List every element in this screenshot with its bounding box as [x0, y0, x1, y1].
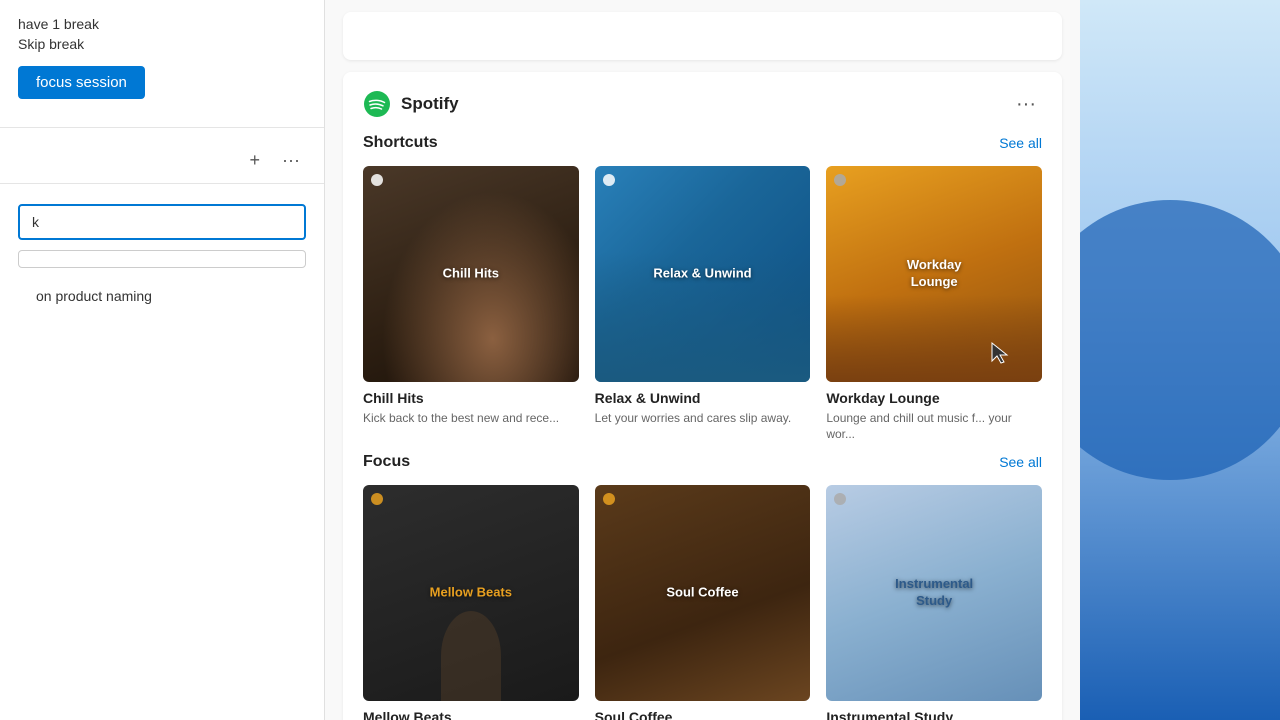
focus-see-all-button[interactable]: See all: [999, 454, 1042, 470]
add-button[interactable]: +: [244, 148, 267, 173]
playlist-desc-relax: Let your worries and cares slip away.: [595, 410, 811, 427]
thumb-label-instrumental: Instrumental Study: [837, 576, 1031, 610]
playlist-name-relax: Relax & Unwind: [595, 390, 811, 406]
shortcuts-see-all-button[interactable]: See all: [999, 135, 1042, 151]
spotify-name: Spotify: [401, 94, 459, 114]
more-options-button[interactable]: ···: [276, 148, 306, 173]
task-box-empty: [18, 250, 306, 268]
right-panel: [1080, 0, 1280, 720]
left-panel: have 1 break Skip break focus session + …: [0, 0, 325, 720]
spotify-logo-icon: [363, 90, 391, 118]
right-circle-decoration: [1080, 200, 1280, 480]
playlist-item-instrumental-study[interactable]: Instrumental Study Instrumental Study A …: [826, 485, 1042, 720]
divider2: [0, 183, 324, 184]
playlist-desc-chill: Kick back to the best new and rece...: [363, 410, 579, 427]
playlist-item-soul-coffee[interactable]: Soul Coffee Soul Coffee The tunes to eas…: [595, 485, 811, 720]
playlist-name-workday: Workday Lounge: [826, 390, 1042, 406]
playlist-item-relax-unwind[interactable]: Relax & Unwind Relax & Unwind Let your w…: [595, 166, 811, 443]
shortcuts-grid: Chill Hits Chill Hits Kick back to the b…: [363, 166, 1042, 443]
divider: [0, 127, 324, 128]
spotify-header: Spotify ···: [363, 90, 1042, 118]
add-more-row: + ···: [0, 138, 324, 183]
playlist-thumb-relax: Relax & Unwind: [595, 166, 811, 382]
spotify-more-button[interactable]: ···: [1010, 91, 1042, 118]
playlist-name-soul: Soul Coffee: [595, 709, 811, 720]
playlist-item-mellow-beats[interactable]: Mellow Beats Mellow Beats Stay relaxed w…: [363, 485, 579, 720]
cursor-overlay: [990, 341, 1012, 372]
playlist-thumb-mellow: Mellow Beats: [363, 485, 579, 701]
playlist-desc-workday: Lounge and chill out music f... your wor…: [826, 410, 1042, 444]
thumb-dot-soul: [603, 493, 615, 505]
break-info: have 1 break: [18, 16, 306, 32]
thumb-dot-relax: [603, 174, 615, 186]
playlist-item-chill-hits[interactable]: Chill Hits Chill Hits Kick back to the b…: [363, 166, 579, 443]
focus-session-button[interactable]: focus session: [18, 66, 145, 99]
playlist-name-mellow: Mellow Beats: [363, 709, 579, 720]
center-panel: Spotify ··· Shortcuts See all Chill Hits…: [325, 0, 1080, 720]
focus-grid: Mellow Beats Mellow Beats Stay relaxed w…: [363, 485, 1042, 720]
playlist-thumb-instrumental: Instrumental Study: [826, 485, 1042, 701]
shortcuts-title: Shortcuts: [363, 134, 438, 152]
thumb-dot-instrumental: [834, 493, 846, 505]
shortcuts-section-header: Shortcuts See all: [363, 134, 1042, 152]
thumb-label-relax: Relax & Unwind: [605, 265, 799, 282]
playlist-thumb-soul: Soul Coffee: [595, 485, 811, 701]
focus-title: Focus: [363, 453, 410, 471]
thumb-label-mellow: Mellow Beats: [374, 585, 568, 602]
playlist-item-workday-lounge[interactable]: Workday Lounge Workday Lounge Lounge and…: [826, 166, 1042, 443]
task-section: on product naming: [0, 194, 324, 720]
task-label: on product naming: [18, 276, 306, 310]
focus-section: Focus See all Mellow Beats Mellow Beats: [363, 453, 1042, 720]
playlist-thumb-workday: Workday Lounge: [826, 166, 1042, 382]
skip-break[interactable]: Skip break: [18, 36, 306, 52]
thumb-label-workday: Workday Lounge: [837, 257, 1031, 291]
thumb-label-soul: Soul Coffee: [605, 585, 799, 602]
thumb-label-chill: Chill Hits: [374, 265, 568, 282]
focus-section-header: Focus See all: [363, 453, 1042, 471]
playlist-thumb-chill-hits: Chill Hits: [363, 166, 579, 382]
playlist-name-instrumental: Instrumental Study: [826, 709, 1042, 720]
spotify-card: Spotify ··· Shortcuts See all Chill Hits…: [343, 72, 1062, 720]
top-card: [343, 12, 1062, 60]
playlist-name-chill: Chill Hits: [363, 390, 579, 406]
task-input-active[interactable]: [18, 204, 306, 240]
thumb-dot-workday: [834, 174, 846, 186]
thumb-dot-chill: [371, 174, 383, 186]
spotify-brand: Spotify: [363, 90, 459, 118]
